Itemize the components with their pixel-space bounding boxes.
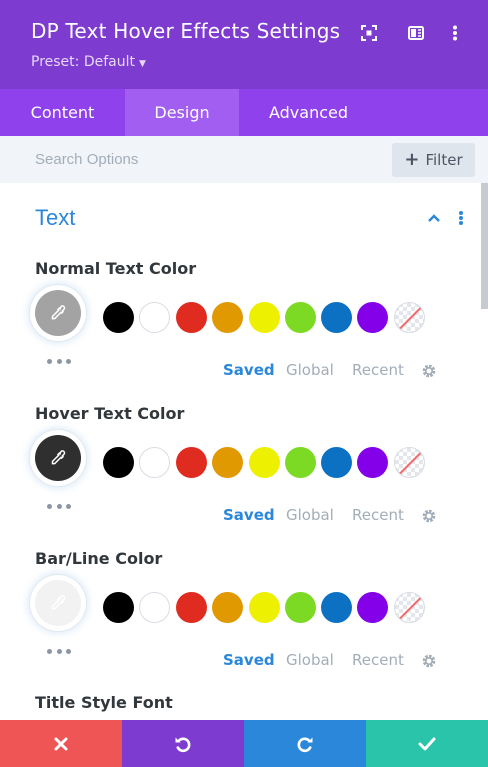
gear-icon[interactable]: [421, 508, 437, 524]
field-hover-text-color: Hover Text Color Saved Global Recent: [0, 404, 488, 544]
swatch-blue[interactable]: [321, 447, 352, 478]
color-picker[interactable]: [30, 430, 86, 486]
tab-design[interactable]: Design: [125, 89, 239, 136]
tab-bar: Content Design Advanced: [0, 89, 488, 136]
caret-down-icon: ▼: [138, 59, 146, 69]
search-input[interactable]: [18, 142, 378, 177]
swatch-black[interactable]: [103, 447, 134, 478]
palette-tab-global[interactable]: Global: [286, 651, 334, 669]
field-label: Normal Text Color: [35, 259, 197, 278]
swatch-orange[interactable]: [212, 447, 243, 478]
section-menu-icon[interactable]: [454, 209, 468, 227]
sidebar-icon[interactable]: [405, 22, 427, 44]
save-button[interactable]: [366, 720, 488, 767]
gear-icon[interactable]: [421, 653, 437, 669]
tab-content[interactable]: Content: [0, 89, 125, 136]
swatch-black[interactable]: [103, 592, 134, 623]
modal-header: DP Text Hover Effects Settings Preset: D…: [0, 0, 488, 89]
field-label-title-style-font: Title Style Font: [35, 693, 173, 712]
eyedropper-icon: [51, 305, 66, 320]
plus-icon: +: [404, 149, 420, 170]
swatch-blue[interactable]: [321, 592, 352, 623]
field-normal-text-color: Normal Text Color Saved Global Recent: [0, 259, 488, 399]
palette-tab-recent[interactable]: Recent: [352, 361, 404, 379]
color-preview: [35, 435, 81, 481]
palette-tab-saved[interactable]: Saved: [223, 361, 275, 379]
redo-icon: [297, 737, 313, 752]
filter-label: Filter: [425, 151, 463, 169]
undo-button[interactable]: [122, 720, 244, 767]
palette-tab-saved[interactable]: Saved: [223, 651, 275, 669]
close-button[interactable]: [0, 720, 122, 767]
redo-button[interactable]: [244, 720, 366, 767]
palette-tab-global[interactable]: Global: [286, 361, 334, 379]
palette-tab-recent[interactable]: Recent: [352, 506, 404, 524]
chevron-up-icon[interactable]: [426, 210, 442, 226]
swatch-yellow[interactable]: [249, 592, 280, 623]
undo-icon: [175, 737, 191, 752]
fullscreen-icon[interactable]: [358, 22, 380, 44]
swatch-blue[interactable]: [321, 302, 352, 333]
swatch-clear[interactable]: [394, 302, 425, 333]
swatch-green[interactable]: [285, 302, 316, 333]
swatch-red[interactable]: [176, 447, 207, 478]
swatch-red[interactable]: [176, 592, 207, 623]
modal-title: DP Text Hover Effects Settings: [31, 19, 341, 43]
gear-icon[interactable]: [421, 363, 437, 379]
settings-content: Text Normal Text Color Saved Global Rece…: [0, 183, 488, 720]
color-preview: [35, 580, 81, 626]
swatch-white[interactable]: [139, 592, 170, 623]
field-label: Hover Text Color: [35, 404, 185, 423]
color-picker[interactable]: [30, 575, 86, 631]
swatch-purple[interactable]: [357, 302, 388, 333]
footer-actions: [0, 720, 488, 767]
color-picker[interactable]: [30, 285, 86, 341]
swatch-black[interactable]: [103, 302, 134, 333]
palette-tab-recent[interactable]: Recent: [352, 651, 404, 669]
swatch-orange[interactable]: [212, 592, 243, 623]
swatch-white[interactable]: [139, 302, 170, 333]
swatch-green[interactable]: [285, 592, 316, 623]
palette-tab-global[interactable]: Global: [286, 506, 334, 524]
close-icon: [54, 737, 68, 750]
swatch-white[interactable]: [139, 447, 170, 478]
check-icon: [418, 737, 436, 750]
more-options-icon[interactable]: [47, 502, 71, 510]
eyedropper-icon: [51, 450, 66, 465]
search-bar: + Filter: [0, 136, 488, 183]
swatch-clear[interactable]: [394, 447, 425, 478]
field-bar-line-color: Bar/Line Color Saved Global Recent: [0, 549, 488, 689]
swatch-yellow[interactable]: [249, 447, 280, 478]
field-label: Bar/Line Color: [35, 549, 163, 568]
preset-label: Preset: Default: [31, 54, 135, 70]
more-options-icon[interactable]: [47, 357, 71, 365]
more-vertical-icon[interactable]: [444, 22, 466, 44]
swatch-purple[interactable]: [357, 592, 388, 623]
swatch-yellow[interactable]: [249, 302, 280, 333]
preset-dropdown[interactable]: Preset: Default ▼: [31, 54, 146, 70]
color-preview: [35, 290, 81, 336]
swatch-orange[interactable]: [212, 302, 243, 333]
palette-tab-saved[interactable]: Saved: [223, 506, 275, 524]
more-options-icon[interactable]: [47, 647, 71, 655]
filter-button[interactable]: + Filter: [392, 143, 475, 177]
swatch-purple[interactable]: [357, 447, 388, 478]
eyedropper-icon: [51, 595, 66, 610]
swatch-red[interactable]: [176, 302, 207, 333]
swatch-green[interactable]: [285, 447, 316, 478]
swatch-clear[interactable]: [394, 592, 425, 623]
tab-advanced[interactable]: Advanced: [239, 89, 378, 136]
section-title: Text: [35, 205, 76, 230]
